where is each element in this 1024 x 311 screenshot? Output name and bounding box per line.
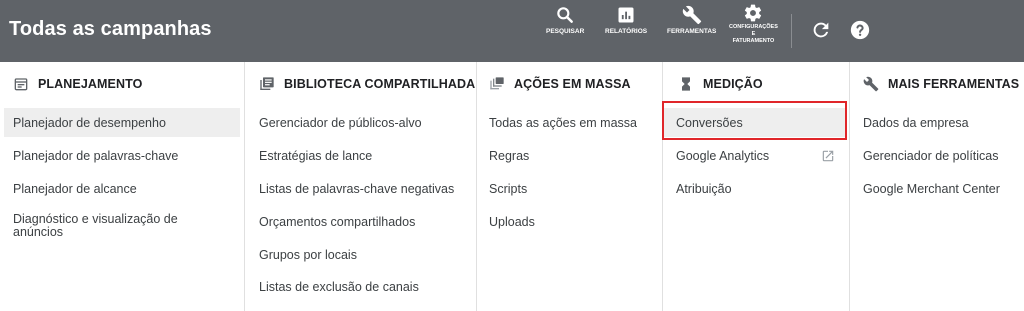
- top-bar: Todas as campanhas PESQUISAR RELATÓRIOS …: [0, 0, 1024, 62]
- search-tool-button[interactable]: PESQUISAR: [546, 5, 584, 36]
- tools-menu: PLANEJAMENTO Planejador de desempenho Pl…: [0, 62, 1024, 311]
- page-title: Todas as campanhas: [9, 18, 212, 40]
- refresh-button[interactable]: [810, 19, 832, 46]
- menu-item-uploads[interactable]: Uploads: [477, 207, 662, 236]
- wrench-icon: [863, 76, 879, 92]
- refresh-icon: [813, 22, 829, 38]
- column-shared-library: BIBLIOTECA COMPARTILHADA Gerenciador de …: [245, 62, 476, 311]
- gear-icon: [745, 4, 762, 22]
- column-more-tools: MAIS FERRAMENTAS Dados da empresa Gerenc…: [850, 62, 1024, 311]
- menu-item-business-data[interactable]: Dados da empresa: [850, 108, 1024, 137]
- toolbar-divider: [791, 14, 792, 48]
- menu-item-ad-preview-diagnosis[interactable]: Diagnóstico e visualização de anúncios: [4, 213, 204, 243]
- calendar-icon: [14, 78, 28, 91]
- column-planning: PLANEJAMENTO Planejador de desempenho Pl…: [0, 62, 244, 311]
- menu-item-conversions[interactable]: Conversões: [663, 108, 845, 137]
- column-measurement: MEDIÇÃO Conversões Google Analytics Atri…: [663, 62, 849, 311]
- reports-icon: [618, 7, 634, 23]
- menu-item-google-analytics-label: Google Analytics: [676, 148, 770, 163]
- menu-item-negative-keyword-lists[interactable]: Listas de palavras-chave negativas: [245, 174, 476, 203]
- menu-item-shared-budgets[interactable]: Orçamentos compartilhados: [245, 207, 476, 236]
- column-bulk-actions: AÇÕES EM MASSA Todas as ações em massa R…: [477, 62, 662, 311]
- settings-billing-tool-button[interactable]: CONFIGURAÇÕES E FATURAMENTO: [729, 3, 778, 45]
- bulk-actions-icon: [490, 77, 504, 90]
- menu-item-policy-manager[interactable]: Gerenciador de políticas: [850, 141, 1024, 170]
- column-header-more-tools: MAIS FERRAMENTAS: [863, 76, 1019, 92]
- tools-tool-button[interactable]: FERRAMENTAS: [667, 5, 716, 36]
- menu-item-bid-strategies[interactable]: Estratégias de lance: [245, 141, 476, 170]
- search-tool-label: PESQUISAR: [546, 28, 585, 35]
- menu-item-keyword-planner[interactable]: Planejador de palavras-chave: [4, 141, 240, 170]
- reports-tool-label: RELATÓRIOS: [605, 28, 648, 35]
- column-header-bulk-actions: AÇÕES EM MASSA: [489, 76, 631, 92]
- menu-item-google-merchant-center[interactable]: Google Merchant Center: [850, 174, 1024, 203]
- column-header-shared-library: BIBLIOTECA COMPARTILHADA: [259, 76, 475, 92]
- menu-item-location-groups[interactable]: Grupos por locais: [245, 240, 476, 269]
- menu-item-performance-planner[interactable]: Planejador de desempenho: [4, 108, 240, 137]
- menu-item-placement-exclusion-lists[interactable]: Listas de exclusão de canais: [245, 272, 476, 301]
- wrench-icon: [682, 5, 701, 25]
- library-icon: [260, 77, 274, 90]
- hourglass-icon: [682, 77, 690, 91]
- reports-tool-button[interactable]: RELATÓRIOS: [605, 5, 647, 36]
- help-button[interactable]: [849, 19, 871, 46]
- external-link-icon: [822, 150, 834, 162]
- help-icon: [850, 20, 870, 40]
- menu-item-audience-manager[interactable]: Gerenciador de públicos-alvo: [245, 108, 476, 137]
- menu-item-reach-planner[interactable]: Planejador de alcance: [4, 174, 240, 203]
- menu-item-google-analytics[interactable]: Google Analytics: [663, 141, 849, 170]
- menu-item-scripts[interactable]: Scripts: [477, 174, 662, 203]
- settings-billing-tool-label: CONFIGURAÇÕES E FATURAMENTO: [729, 24, 778, 44]
- search-icon: [557, 7, 574, 23]
- menu-item-attribution[interactable]: Atribuição: [663, 174, 849, 203]
- menu-item-rules[interactable]: Regras: [477, 141, 662, 170]
- column-header-planning: PLANEJAMENTO: [13, 76, 142, 92]
- tools-tool-label: FERRAMENTAS: [667, 28, 717, 35]
- column-header-measurement: MEDIÇÃO: [678, 76, 763, 92]
- menu-item-all-bulk-actions[interactable]: Todas as ações em massa: [477, 108, 662, 137]
